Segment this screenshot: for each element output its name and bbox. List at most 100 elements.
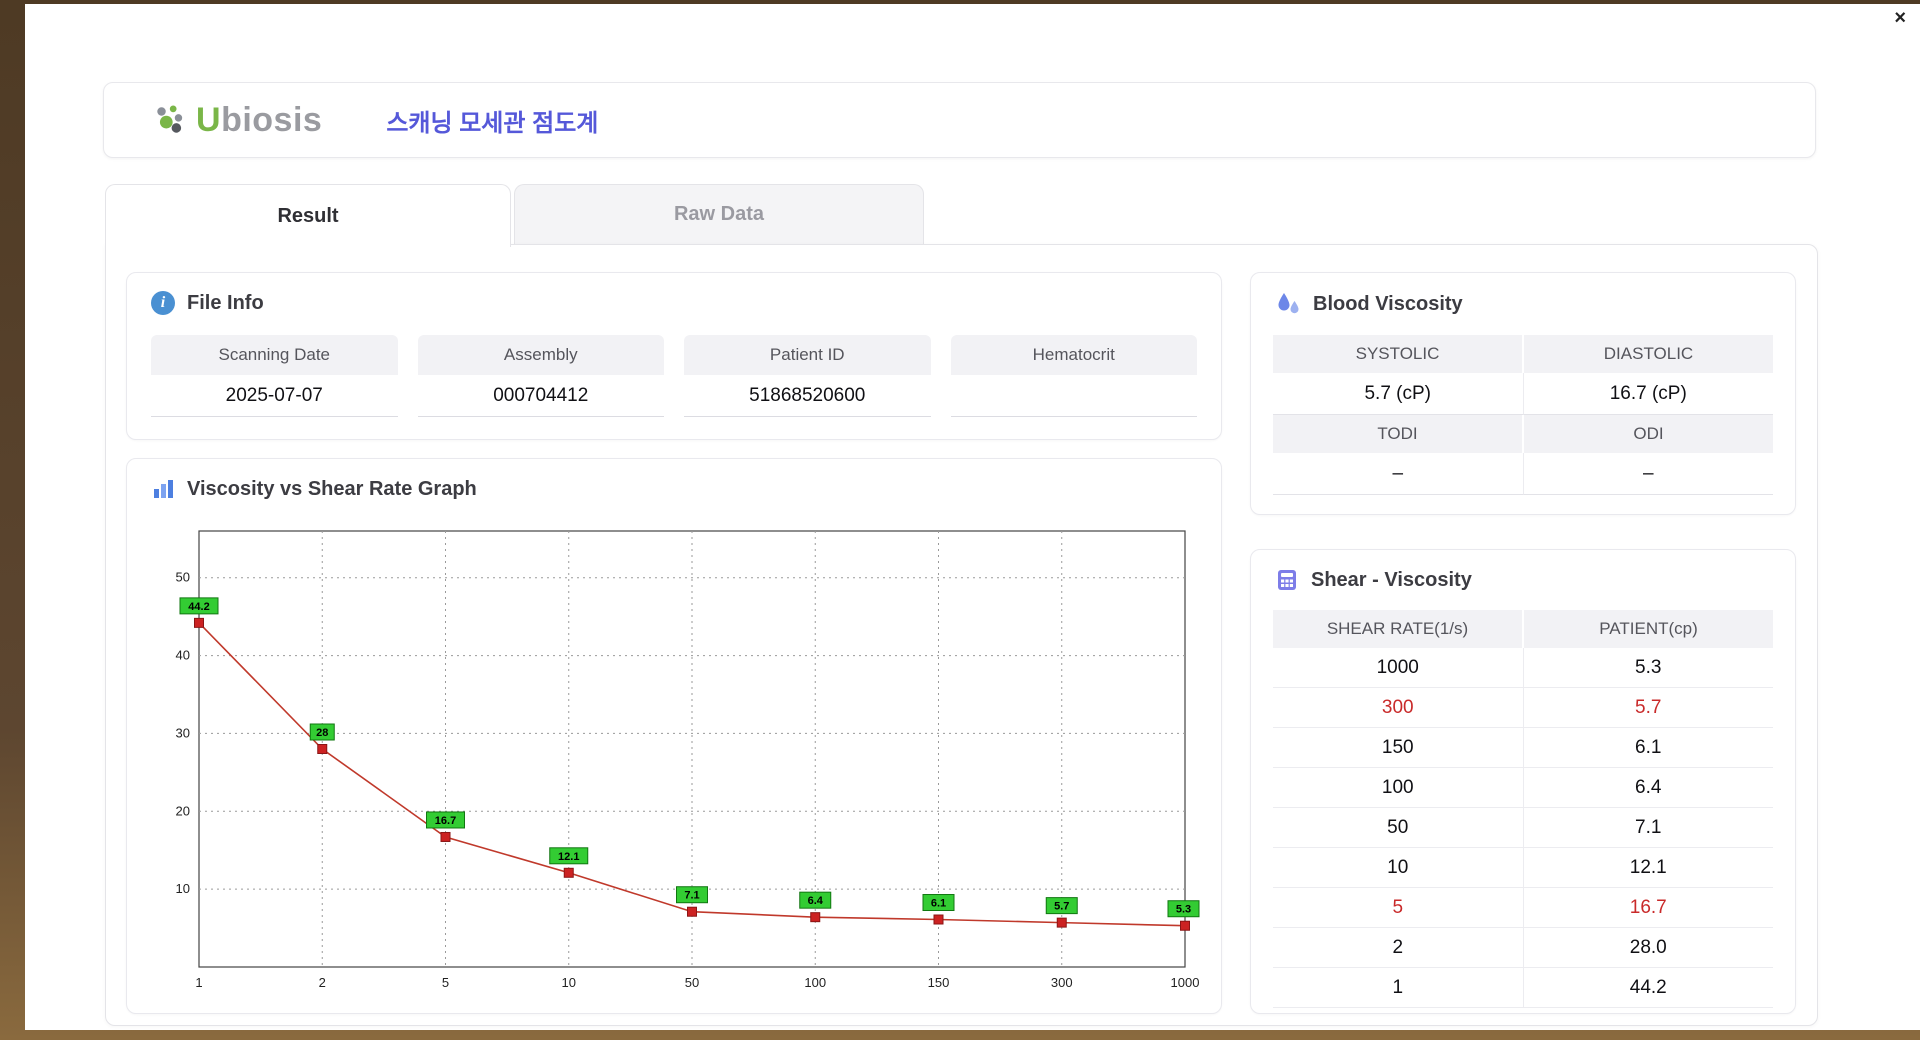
file-info-card: i File Info Scanning Date 2025-07-07 Assem… [126, 272, 1222, 440]
field-label: Patient ID [684, 335, 931, 375]
patient-value-cell: 44.2 [1522, 968, 1773, 1008]
svg-text:5: 5 [442, 975, 449, 990]
bv-label-row: SYSTOLIC DIASTOLIC [1273, 335, 1773, 373]
field-assembly: Assembly 000704412 [417, 335, 664, 417]
logo: Ubiosis [152, 101, 322, 140]
shear-viscosity-card: Shear - Viscosity SHEAR RATE(1/s) PATIENT… [1250, 549, 1796, 1014]
shear-rate-cell: 5 [1273, 888, 1523, 928]
patient-value-cell: 6.1 [1522, 728, 1773, 768]
file-info-fields: Scanning Date 2025-07-07 Assembly 000704412… [151, 335, 1197, 417]
info-icon: i [151, 291, 175, 315]
file-info-title-row: i File Info [151, 291, 264, 315]
svg-text:50: 50 [685, 975, 699, 990]
table-row: 1000 5.3 [1273, 648, 1773, 688]
shear-title: Shear - Viscosity [1311, 568, 1472, 591]
svg-text:16.7: 16.7 [435, 815, 456, 827]
svg-text:5.7: 5.7 [1054, 901, 1069, 913]
blood-viscosity-title: Blood Viscosity [1313, 292, 1463, 315]
titlebar: × [25, 4, 1920, 32]
shear-rate-cell: 100 [1273, 768, 1523, 808]
bar-chart-icon [154, 480, 173, 498]
patient-value-cell: 5.7 [1522, 688, 1773, 728]
graph-title-row: Viscosity vs Shear Rate Graph [151, 477, 477, 501]
blood-viscosity-grid: SYSTOLIC DIASTOLIC 5.7 (cP) 16.7 (cP) TODI OD… [1273, 335, 1773, 495]
column-header: PATIENT(cp) [1522, 610, 1773, 648]
field-scanning-date: Scanning Date 2025-07-07 [151, 335, 398, 417]
field-patient-id: Patient ID 51868520600 [684, 335, 931, 417]
tab-result[interactable]: Result [105, 184, 511, 247]
bv-value-systolic: 5.7 (cP) [1273, 373, 1523, 415]
shear-rate-cell: 1000 [1273, 648, 1523, 688]
graph-title: Viscosity vs Shear Rate Graph [187, 477, 477, 500]
table-row: 1 44.2 [1273, 968, 1773, 1008]
app-window: × Ubiosis 스캐닝 모세관 점도계 Result Raw Data i F… [25, 4, 1920, 1030]
calculator-icon [1278, 570, 1296, 590]
svg-text:2: 2 [319, 975, 326, 990]
svg-text:30: 30 [176, 725, 190, 740]
svg-text:12.1: 12.1 [558, 851, 579, 863]
file-info-title: File Info [187, 291, 264, 314]
shear-rate-cell: 10 [1273, 848, 1523, 888]
table-row: 5 16.7 [1273, 888, 1773, 928]
shear-rate-cell: 150 [1273, 728, 1523, 768]
close-icon[interactable]: × [1894, 6, 1906, 30]
svg-text:1000: 1000 [1171, 975, 1200, 990]
patient-value-cell: 28.0 [1522, 928, 1773, 968]
svg-text:150: 150 [928, 975, 950, 990]
field-value: 51868520600 [684, 375, 931, 417]
bv-label-diastolic: DIASTOLIC [1522, 335, 1773, 373]
field-label: Hematocrit [950, 335, 1197, 375]
patient-value-cell: 6.4 [1522, 768, 1773, 808]
tab-raw-data[interactable]: Raw Data [514, 184, 924, 244]
column-header: SHEAR RATE(1/s) [1273, 610, 1522, 648]
shear-rate-cell: 2 [1273, 928, 1523, 968]
blood-viscosity-card: Blood Viscosity SYSTOLIC DIASTOLIC 5.7 (cP… [1250, 272, 1796, 515]
table-row: 2 28.0 [1273, 928, 1773, 968]
svg-text:50: 50 [176, 570, 190, 585]
svg-text:300: 300 [1051, 975, 1073, 990]
table-row: 50 7.1 [1273, 808, 1773, 848]
field-value: 000704412 [417, 375, 664, 417]
table-row: 300 5.7 [1273, 688, 1773, 728]
bv-label-systolic: SYSTOLIC [1273, 335, 1522, 373]
shear-rate-cell: 1 [1273, 968, 1523, 1008]
droplets-icon [1278, 293, 1299, 314]
shear-rate-cell: 50 [1273, 808, 1523, 848]
bv-value-todi: – [1273, 453, 1523, 495]
patient-value-cell: 5.3 [1522, 648, 1773, 688]
shear-table: SHEAR RATE(1/s) PATIENT(cp) 1000 5.3 300 5.7 1… [1273, 610, 1773, 1008]
field-value: 2025-07-07 [151, 375, 398, 417]
shear-title-row: Shear - Viscosity [1275, 568, 1472, 592]
svg-text:28: 28 [316, 727, 328, 739]
field-label: Assembly [417, 335, 664, 375]
bv-value-odi: – [1522, 453, 1773, 495]
svg-text:7.1: 7.1 [684, 890, 699, 902]
table-row: 100 6.4 [1273, 768, 1773, 808]
patient-value-cell: 12.1 [1522, 848, 1773, 888]
table-row: 150 6.1 [1273, 728, 1773, 768]
patient-value-cell: 7.1 [1522, 808, 1773, 848]
svg-text:6.1: 6.1 [931, 898, 946, 910]
field-label: Scanning Date [151, 335, 398, 375]
svg-text:40: 40 [176, 648, 190, 663]
svg-text:5.3: 5.3 [1176, 904, 1191, 916]
svg-text:1: 1 [195, 975, 202, 990]
bv-label-todi: TODI [1273, 415, 1522, 453]
svg-text:10: 10 [562, 975, 576, 990]
patient-value-cell: 16.7 [1522, 888, 1773, 928]
field-value [950, 375, 1197, 417]
field-hematocrit: Hematocrit [950, 335, 1197, 417]
bv-value-diastolic: 16.7 (cP) [1522, 373, 1773, 415]
svg-text:100: 100 [804, 975, 826, 990]
shear-rate-cell: 300 [1273, 688, 1523, 728]
bv-value-row: – – [1273, 453, 1773, 495]
svg-text:10: 10 [176, 881, 190, 896]
blood-viscosity-title-row: Blood Viscosity [1275, 291, 1463, 317]
svg-text:6.4: 6.4 [808, 895, 824, 907]
shear-header-row: SHEAR RATE(1/s) PATIENT(cp) [1273, 610, 1773, 648]
bv-label-row: TODI ODI [1273, 415, 1773, 453]
bv-value-row: 5.7 (cP) 16.7 (cP) [1273, 373, 1773, 415]
svg-text:20: 20 [176, 803, 190, 818]
viscosity-chart: 10 20 30 40 50 1 2 5 10 50 100 150 300 1000 44.2 28 16.7… [176, 530, 1200, 990]
bv-label-odi: ODI [1522, 415, 1773, 453]
